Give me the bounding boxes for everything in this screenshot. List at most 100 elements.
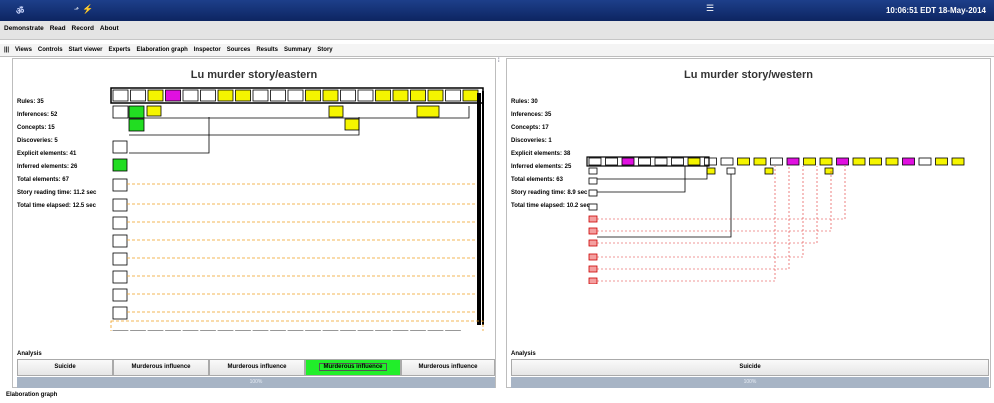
toolbar-handle[interactable]: ||| bbox=[4, 47, 9, 53]
graph-node bbox=[726, 167, 736, 175]
graph-node bbox=[704, 157, 717, 166]
graph-node bbox=[416, 105, 440, 118]
app-logo-icon: ॐ bbox=[16, 6, 25, 16]
graph-node bbox=[588, 277, 598, 284]
left-stat-explicit: Explicit elements: 41 bbox=[17, 151, 77, 157]
graph-node bbox=[252, 89, 269, 102]
left-stat-rules: Rules: 35 bbox=[17, 99, 44, 105]
right-story-panel: Lu murder story/western Rules: 30 Infere… bbox=[506, 58, 991, 388]
status-bar: Elaboration graph bbox=[6, 392, 58, 398]
graph-node bbox=[112, 288, 128, 302]
graph-node bbox=[165, 89, 181, 102]
left-stats: Rules: 35 Inferences: 52 Concepts: 15 Di… bbox=[17, 96, 96, 213]
graph-node bbox=[588, 215, 598, 223]
left-elaboration-graph[interactable] bbox=[109, 81, 497, 331]
panel-divider-handle[interactable]: ⁞ bbox=[498, 58, 500, 64]
right-analysis-label: Analysis bbox=[511, 351, 536, 357]
graph-node bbox=[869, 157, 882, 166]
graph-edge bbox=[597, 166, 790, 270]
left-panel-title: Lu murder story/eastern bbox=[190, 69, 318, 81]
right-stat-rules: Rules: 30 bbox=[511, 99, 538, 105]
tab-story[interactable]: Story bbox=[317, 47, 332, 53]
right-stat-reading-time: Story reading time: 8.9 sec bbox=[511, 190, 588, 196]
graph-node bbox=[753, 157, 767, 166]
graph-node bbox=[852, 157, 866, 166]
right-analysis-suicide-button[interactable]: Suicide bbox=[511, 359, 989, 376]
tab-summary[interactable]: Summary bbox=[284, 47, 311, 53]
menu-about[interactable]: About bbox=[100, 25, 119, 32]
left-analysis-label: Analysis bbox=[17, 351, 42, 357]
left-stat-reading-time: Story reading time: 11.2 sec bbox=[17, 190, 97, 196]
right-elaboration-graph[interactable] bbox=[585, 154, 989, 284]
graph-node bbox=[588, 253, 598, 261]
left-progress-bar: 100% bbox=[17, 377, 495, 388]
right-progress-bar: 100% bbox=[511, 377, 989, 388]
tab-elaboration-graph[interactable]: Elaboration graph bbox=[136, 47, 187, 53]
left-analysis-suicide-button[interactable]: Suicide bbox=[17, 359, 113, 376]
graph-node bbox=[588, 157, 602, 166]
graph-node bbox=[638, 157, 651, 166]
left-analysis-murderous-4-label: Murderous influence bbox=[418, 364, 478, 370]
tab-controls[interactable]: Controls bbox=[38, 47, 63, 53]
graph-node bbox=[112, 158, 128, 172]
tab-results[interactable]: Results bbox=[256, 47, 278, 53]
screen-icon[interactable]: ☰ bbox=[706, 3, 714, 14]
left-stat-concepts: Concepts: 15 bbox=[17, 125, 55, 131]
graph-node bbox=[146, 105, 162, 117]
left-analysis-murderous-1-button[interactable]: Murderous influence bbox=[113, 359, 209, 376]
right-stat-elapsed: Total time elapsed: 10.2 sec bbox=[511, 203, 590, 209]
tab-start-viewer[interactable]: Start viewer bbox=[68, 47, 102, 53]
graph-node bbox=[819, 157, 833, 166]
menu-demonstrate[interactable]: Demonstrate bbox=[4, 25, 44, 32]
right-stat-total: Total elements: 63 bbox=[511, 177, 563, 183]
left-analysis-murderous-3-button[interactable]: Murderous influence bbox=[305, 359, 401, 376]
left-analysis-murderous-2-label: Murderous influence bbox=[227, 364, 287, 370]
graph-node bbox=[130, 89, 146, 102]
graph-node bbox=[737, 157, 750, 166]
view-toolbar: ||| Views Controls Start viewer Experts … bbox=[0, 44, 994, 57]
graph-node bbox=[182, 89, 199, 102]
graph-node bbox=[112, 198, 128, 212]
graph-node bbox=[902, 157, 915, 166]
graph-edge bbox=[129, 117, 360, 136]
tab-views[interactable]: Views bbox=[15, 47, 32, 53]
graph-node bbox=[588, 227, 598, 235]
left-analysis-murderous-4-button[interactable]: Murderous influence bbox=[401, 359, 495, 376]
graph-node bbox=[147, 89, 164, 102]
graph-node bbox=[588, 265, 598, 273]
menu-read[interactable]: Read bbox=[50, 25, 66, 32]
graph-node bbox=[357, 89, 374, 102]
tab-experts[interactable]: Experts bbox=[108, 47, 130, 53]
title-bar: ॐ ⚡ ⬏ ☰ 10:06:51 EDT 18-May-2014 bbox=[0, 0, 994, 21]
left-stat-discoveries: Discoveries: 5 bbox=[17, 138, 58, 144]
clock-text: 10:06:51 EDT 18-May-2014 bbox=[885, 6, 986, 15]
left-analysis-murderous-3-label: Murderous influence bbox=[319, 363, 387, 371]
right-stats: Rules: 30 Inferences: 35 Concepts: 17 Di… bbox=[511, 96, 590, 213]
graph-node bbox=[654, 157, 668, 166]
graph-node bbox=[112, 178, 128, 192]
graph-node bbox=[803, 157, 816, 166]
graph-node bbox=[588, 203, 598, 211]
graph-node bbox=[951, 157, 965, 166]
menu-record[interactable]: Record bbox=[72, 25, 94, 32]
graph-node bbox=[588, 239, 598, 247]
bolt-icon[interactable]: ⚡ bbox=[82, 4, 93, 15]
graph-node bbox=[128, 105, 145, 119]
tab-inspector[interactable]: Inspector bbox=[194, 47, 221, 53]
arrow-icon[interactable]: ⬏ bbox=[74, 6, 79, 13]
left-stat-total: Total elements: 67 bbox=[17, 177, 69, 183]
right-stat-concepts: Concepts: 17 bbox=[511, 125, 549, 131]
graph-node bbox=[445, 89, 461, 102]
graph-node bbox=[217, 89, 234, 102]
left-stat-inferences: Inferences: 52 bbox=[17, 112, 58, 118]
left-analysis-murderous-2-button[interactable]: Murderous influence bbox=[209, 359, 305, 376]
graph-edge bbox=[597, 174, 732, 238]
tab-sources[interactable]: Sources bbox=[227, 47, 251, 53]
left-analysis-suicide-label: Suicide bbox=[54, 364, 76, 370]
graph-edge bbox=[597, 166, 832, 232]
graph-node bbox=[764, 167, 774, 175]
graph-node bbox=[200, 89, 216, 102]
graph-node bbox=[706, 167, 716, 175]
graph-node bbox=[427, 89, 444, 102]
graph-node bbox=[786, 157, 800, 166]
